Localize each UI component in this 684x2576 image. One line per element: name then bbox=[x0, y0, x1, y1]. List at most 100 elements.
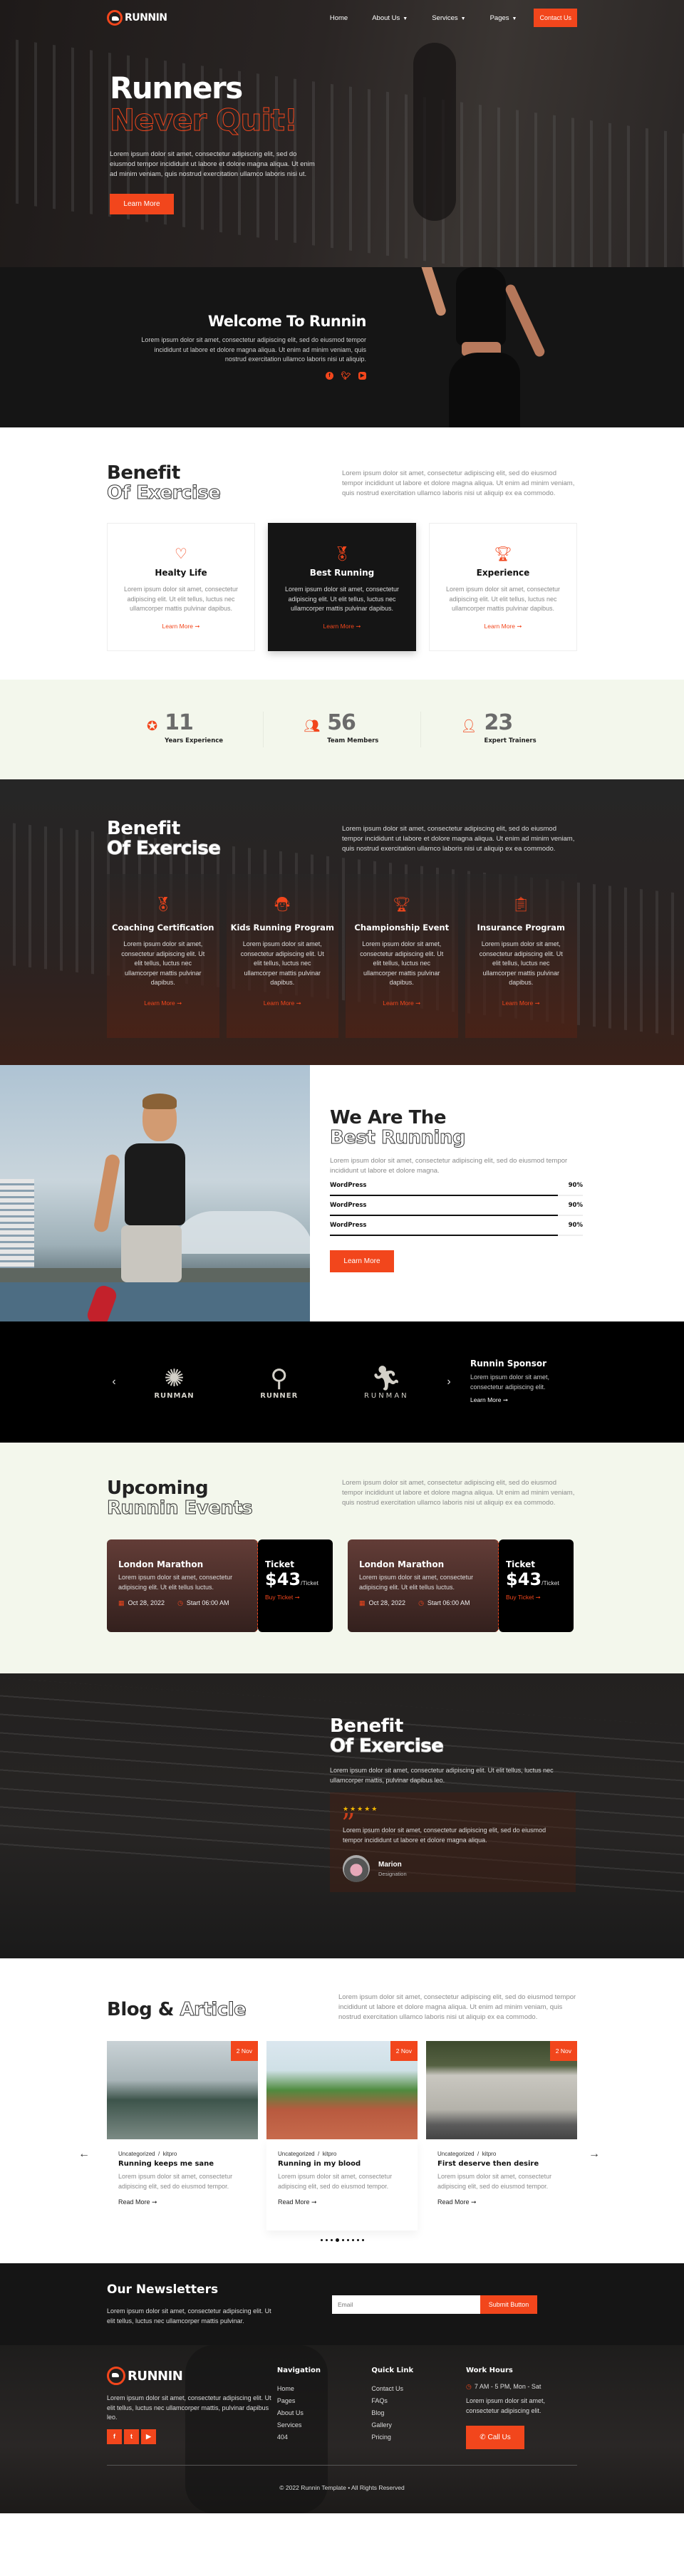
best-running-section: We Are The Best Running Lorem ipsum dolo… bbox=[0, 1065, 684, 1321]
carousel-dot[interactable] bbox=[341, 2239, 344, 2241]
post-category[interactable]: Uncategorized bbox=[437, 2151, 475, 2157]
footer-link-404[interactable]: 404 bbox=[277, 2431, 372, 2443]
author-name: Marion bbox=[378, 1860, 402, 1869]
carousel-dot[interactable] bbox=[325, 2239, 328, 2241]
card-learn-more-link[interactable]: Learn More ➞ bbox=[323, 623, 361, 630]
benefit-card: 🏆︎ Experience Lorem ipsum dolor sit amet… bbox=[429, 523, 577, 651]
carousel-dot[interactable] bbox=[361, 2239, 364, 2241]
skill-fill bbox=[330, 1235, 558, 1236]
sponsor-learn-more-link[interactable]: Learn More ➞ bbox=[470, 1396, 508, 1404]
skill-label: WordPress bbox=[330, 1182, 367, 1189]
logo[interactable]: RUNNIN bbox=[107, 10, 167, 26]
chevron-left-icon[interactable]: ‹ bbox=[107, 1376, 121, 1388]
youtube-icon[interactable]: ▶ bbox=[141, 2429, 156, 2444]
call-us-button[interactable]: ✆ Call Us bbox=[466, 2426, 524, 2449]
chevron-down-icon: ▼ bbox=[403, 16, 408, 21]
nav-item-home[interactable]: Home bbox=[330, 14, 348, 22]
card-learn-more-link[interactable]: Learn More ➞ bbox=[162, 623, 200, 630]
post-title[interactable]: First deserve then desire bbox=[437, 2160, 566, 2168]
post-meta: Uncategorized / kitpro bbox=[118, 2151, 247, 2157]
footer-link-pricing[interactable]: Pricing bbox=[371, 2431, 466, 2443]
event-ticket: Ticket $43/Ticket Buy Ticket ➞ bbox=[258, 1539, 333, 1632]
card-learn-more-link[interactable]: Learn More ➞ bbox=[383, 999, 420, 1007]
footer-link-home[interactable]: Home bbox=[277, 2383, 372, 2395]
youtube-icon[interactable]: ▶ bbox=[358, 371, 366, 380]
read-more-link[interactable]: Read More ➞ bbox=[278, 2198, 317, 2206]
buy-ticket-link[interactable]: Buy Ticket ➞ bbox=[506, 1594, 541, 1601]
facebook-icon[interactable]: f bbox=[326, 371, 333, 380]
card-learn-more-link[interactable]: Learn More ➞ bbox=[264, 999, 301, 1007]
twitter-icon[interactable]: t bbox=[124, 2429, 139, 2444]
footer-link-faqs[interactable]: FAQs bbox=[371, 2395, 466, 2407]
carousel-dot[interactable] bbox=[330, 2239, 333, 2241]
meta-separator: / bbox=[318, 2151, 320, 2157]
carousel-dot[interactable] bbox=[335, 2238, 339, 2242]
event-date: ▦ Oct 28, 2022 bbox=[359, 1599, 405, 1607]
arrow-right-icon[interactable]: → bbox=[589, 2148, 600, 2161]
programs-description: Lorem ipsum dolor sit amet, consectetur … bbox=[342, 825, 575, 853]
nav-item-services[interactable]: Services ▼ bbox=[432, 14, 465, 22]
sponsor-logo[interactable]: ⚲ RUNNER bbox=[260, 1365, 298, 1400]
benefit-section: Benefit Of Exercise Lorem ipsum dolor si… bbox=[0, 427, 684, 680]
blog-post: 2 Nov Uncategorized / kitpro Running kee… bbox=[107, 2041, 258, 2230]
footer-link-contact-us[interactable]: Contact Us bbox=[371, 2383, 466, 2395]
testimonial-title: Benefit bbox=[330, 1715, 403, 1737]
stat-label: Expert Trainers bbox=[484, 737, 537, 744]
submit-button[interactable]: Submit Button bbox=[480, 2295, 537, 2314]
post-author[interactable]: kitpro bbox=[163, 2151, 177, 2157]
hero-learn-more-button[interactable]: Learn More bbox=[110, 194, 174, 214]
post-title[interactable]: Running keeps me sane bbox=[118, 2160, 247, 2168]
card-learn-more-link[interactable]: Learn More ➞ bbox=[502, 999, 540, 1007]
contact-us-button[interactable]: Contact Us bbox=[534, 9, 577, 27]
read-more-link[interactable]: Read More ➞ bbox=[437, 2198, 477, 2206]
clock-icon: ◷ bbox=[177, 1599, 183, 1606]
carousel-dot[interactable] bbox=[320, 2239, 323, 2241]
buy-ticket-link[interactable]: Buy Ticket ➞ bbox=[265, 1594, 300, 1601]
post-title[interactable]: Running in my blood bbox=[278, 2160, 406, 2168]
sponsor-text: Lorem ipsum dolor sit amet, consectetur … bbox=[470, 1373, 550, 1391]
card-learn-more-link[interactable]: Learn More ➞ bbox=[484, 623, 522, 630]
post-category[interactable]: Uncategorized bbox=[118, 2151, 155, 2157]
chevron-right-icon[interactable]: › bbox=[442, 1376, 456, 1388]
nav-item-about-us[interactable]: About Us ▼ bbox=[372, 14, 408, 22]
footer-link-services[interactable]: Services bbox=[277, 2419, 372, 2431]
hero-background-image bbox=[0, 37, 684, 267]
benefit-header: Benefit Of Exercise Lorem ipsum dolor si… bbox=[106, 463, 577, 504]
carousel-dot[interactable] bbox=[356, 2239, 359, 2241]
medal-icon: 🏅︎ bbox=[154, 897, 172, 913]
footer-link-blog[interactable]: Blog bbox=[371, 2407, 466, 2419]
post-author[interactable]: kitpro bbox=[323, 2151, 337, 2157]
arrow-left-icon[interactable]: ← bbox=[78, 2148, 90, 2161]
footer-link-pages[interactable]: Pages bbox=[277, 2395, 372, 2407]
blog-section: Blog & Article Lorem ipsum dolor sit ame… bbox=[0, 1958, 684, 2263]
footer-social-links: f t ▶ bbox=[107, 2429, 277, 2444]
blog-post-image[interactable]: 2 Nov bbox=[107, 2041, 258, 2139]
nav-item-pages[interactable]: Pages ▼ bbox=[490, 14, 517, 22]
facebook-icon[interactable]: f bbox=[107, 2429, 122, 2444]
carousel-dot[interactable] bbox=[351, 2239, 354, 2241]
footer-divider bbox=[107, 2465, 577, 2466]
post-category[interactable]: Uncategorized bbox=[278, 2151, 315, 2157]
email-input[interactable] bbox=[332, 2295, 480, 2314]
card-learn-more-link[interactable]: Learn More ➞ bbox=[144, 999, 182, 1007]
sponsor-logo[interactable]: 🏃︎ RUNMAN bbox=[364, 1365, 409, 1400]
footer-logo[interactable]: RUNNIN bbox=[107, 2367, 277, 2385]
sponsor-logos: ✺ RUNMAN ⚲ RUNNER 🏃︎ RUNMAN bbox=[121, 1365, 442, 1400]
sponsor-logo[interactable]: ✺ RUNMAN bbox=[154, 1365, 194, 1400]
stat-value: 11 bbox=[165, 710, 194, 735]
twitter-icon[interactable]: 🐦︎ bbox=[341, 372, 351, 380]
carousel-dot[interactable] bbox=[346, 2239, 349, 2241]
footer-link-gallery[interactable]: Gallery bbox=[371, 2419, 466, 2431]
runman-logo-icon: ✺ bbox=[164, 1364, 185, 1392]
post-excerpt: Lorem ipsum dolor sit amet, consectetur … bbox=[278, 2173, 393, 2190]
blog-post-image[interactable]: 2 Nov bbox=[266, 2041, 418, 2139]
newsletter-title: Our Newsletters bbox=[107, 2282, 219, 2297]
post-author[interactable]: kitpro bbox=[482, 2151, 497, 2157]
ticket-label: Ticket bbox=[506, 1559, 535, 1569]
skill-label: WordPress bbox=[330, 1222, 367, 1229]
blog-post-image[interactable]: 2 Nov bbox=[426, 2041, 577, 2139]
read-more-link[interactable]: Read More ➞ bbox=[118, 2198, 157, 2206]
card-text: Lorem ipsum dolor sit amet, consectetur … bbox=[240, 940, 324, 986]
footer-link-about-us[interactable]: About Us bbox=[277, 2407, 372, 2419]
best-learn-more-button[interactable]: Learn More bbox=[330, 1250, 394, 1272]
